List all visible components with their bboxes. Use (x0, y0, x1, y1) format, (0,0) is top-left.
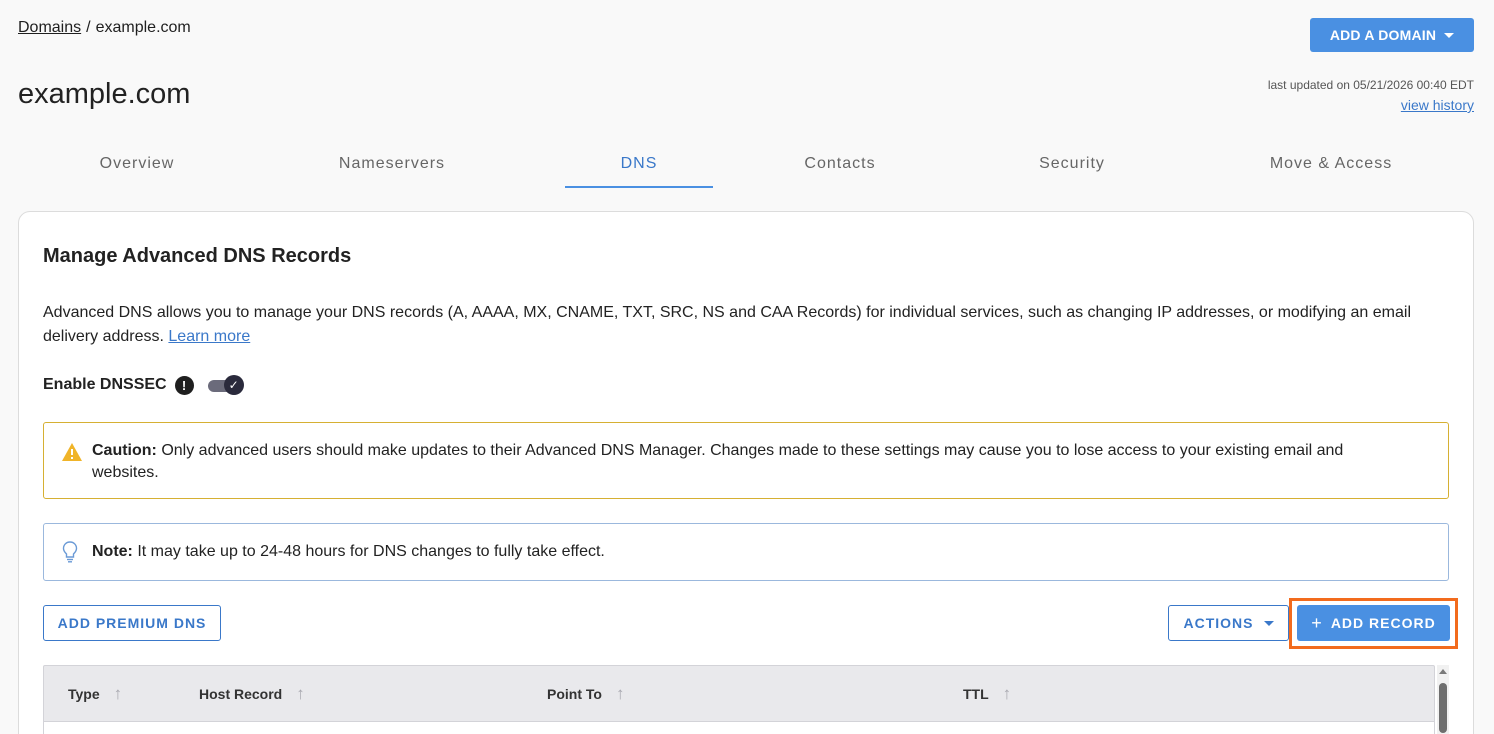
dnssec-toggle[interactable]: ✓ (207, 374, 246, 396)
sort-arrow-up-icon: ↑ (615, 684, 625, 703)
breadcrumb: Domains / example.com (18, 19, 191, 37)
chevron-down-icon (1444, 32, 1455, 38)
sort-arrow-up-icon: ↑ (1002, 684, 1012, 703)
add-record-button[interactable]: + ADD RECORD (1297, 605, 1450, 641)
column-header-ttl[interactable]: TTL ↑ (963, 684, 1011, 704)
caution-label: Caution: (92, 442, 157, 459)
tab-security[interactable]: Security (956, 150, 1188, 188)
tab-overview[interactable]: Overview (18, 150, 256, 188)
column-type-label: Type (68, 686, 100, 702)
view-history-link[interactable]: view history (1268, 97, 1474, 113)
plus-icon: + (1311, 613, 1323, 633)
sort-arrow-up-icon: ↑ (113, 684, 123, 703)
column-header-type[interactable]: Type ↑ (68, 684, 122, 704)
scrollbar-thumb[interactable] (1439, 683, 1447, 733)
note-text: It may take up to 24-48 hours for DNS ch… (137, 543, 605, 560)
last-updated-block: last updated on 05/21/2026 00:40 EDT vie… (1268, 78, 1474, 113)
column-ttl-label: TTL (963, 686, 989, 702)
dnssec-label: Enable DNSSEC (43, 376, 167, 393)
add-premium-dns-button[interactable]: ADD PREMIUM DNS (43, 605, 221, 641)
table-scrollbar[interactable] (1437, 665, 1449, 734)
sort-arrow-up-icon: ↑ (296, 684, 305, 703)
column-header-host-record[interactable]: Host Record ↑ (199, 684, 305, 704)
add-record-label: ADD RECORD (1330, 615, 1436, 631)
dnssec-row: Enable DNSSEC ! ✓ (43, 374, 246, 396)
records-table-header: Type ↑ Host Record ↑ Point To ↑ TTL ↑ (43, 665, 1435, 722)
tab-move-access[interactable]: Move & Access (1188, 150, 1474, 188)
checkmark-icon: ✓ (223, 375, 244, 395)
page-title: example.com (18, 78, 191, 110)
scroll-up-icon[interactable] (1439, 669, 1447, 674)
column-host-label: Host Record (199, 686, 283, 702)
advanced-dns-card: Manage Advanced DNS Records Advanced DNS… (18, 211, 1474, 734)
breadcrumb-current: example.com (95, 19, 191, 36)
domain-tabs: Overview Nameservers DNS Contacts Securi… (18, 150, 1474, 188)
note-alert: Note: It may take up to 24-48 hours for … (43, 523, 1449, 581)
note-label: Note: (92, 543, 133, 560)
last-updated-text: last updated on 05/21/2026 00:40 EDT (1267, 78, 1474, 92)
chevron-down-icon (1263, 620, 1274, 626)
card-description: Advanced DNS allows you to manage your D… (43, 301, 1443, 349)
actions-dropdown-button[interactable]: ACTIONS (1168, 605, 1289, 641)
card-title: Manage Advanced DNS Records (43, 245, 352, 267)
tab-dns[interactable]: DNS (541, 150, 737, 188)
caution-text: Only advanced users should make updates … (92, 442, 1344, 481)
add-domain-button[interactable]: ADD A DOMAIN (1310, 18, 1474, 52)
learn-more-link[interactable]: Learn more (168, 328, 250, 345)
lightbulb-icon (62, 541, 78, 563)
breadcrumb-separator: / (86, 19, 91, 36)
add-domain-label: ADD A DOMAIN (1329, 27, 1437, 43)
breadcrumb-domains-link[interactable]: Domains (18, 19, 81, 36)
tab-contacts[interactable]: Contacts (724, 150, 956, 188)
tab-nameservers[interactable]: Nameservers (256, 150, 528, 188)
actions-label: ACTIONS (1183, 615, 1254, 631)
column-point-label: Point To (547, 686, 602, 702)
column-header-point-to[interactable]: Point To ↑ (547, 684, 624, 704)
warning-icon (62, 443, 82, 461)
caution-alert: Caution: Only advanced users should make… (43, 422, 1449, 499)
table-body (43, 722, 1435, 734)
info-icon[interactable]: ! (174, 375, 194, 395)
